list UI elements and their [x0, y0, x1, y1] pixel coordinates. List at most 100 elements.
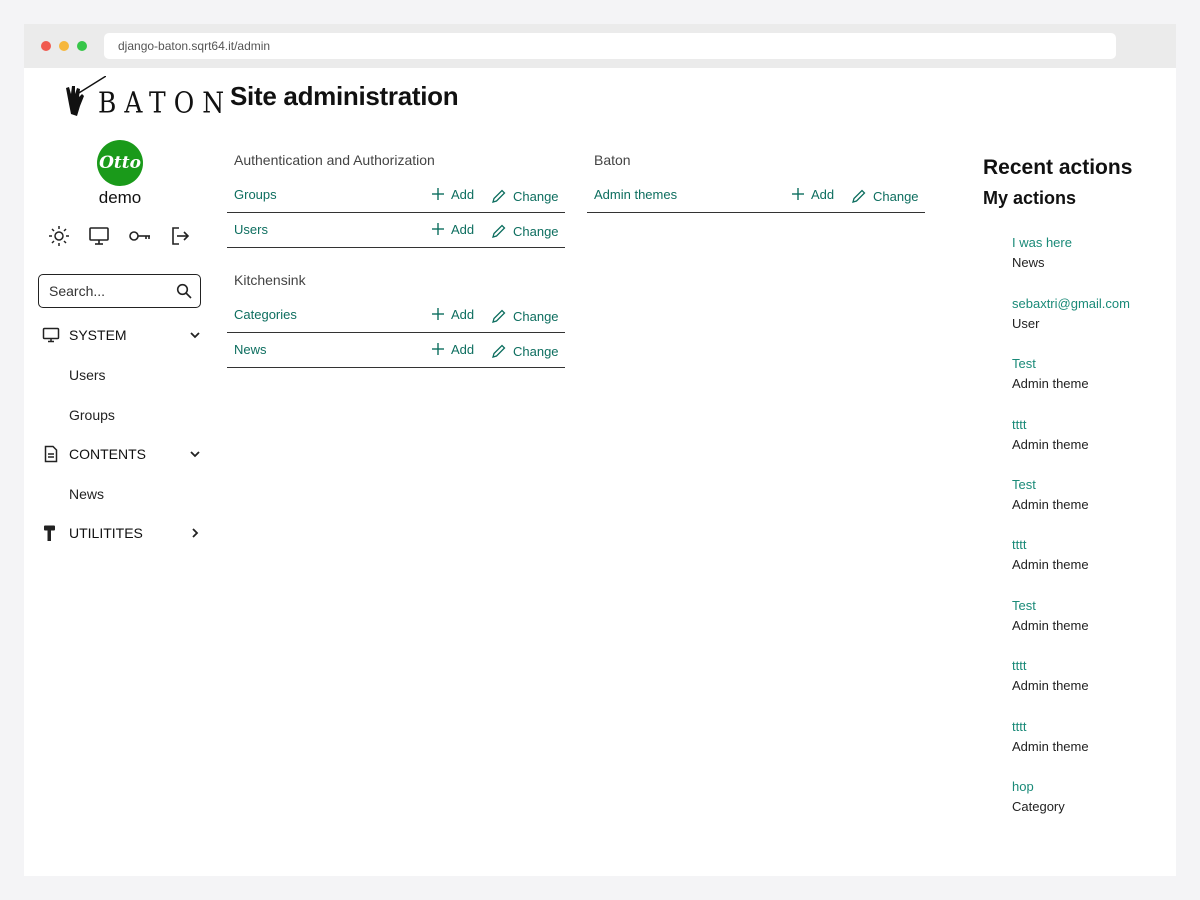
- add-button[interactable]: Add: [792, 187, 834, 202]
- model-row-admin-themes: Admin themes Add Change: [587, 178, 925, 213]
- model-link-groups[interactable]: Groups: [234, 187, 277, 202]
- recent-action-link[interactable]: tttt: [1012, 417, 1182, 437]
- model-row-groups: Groups Add Change: [227, 178, 565, 213]
- add-button[interactable]: Add: [432, 187, 474, 202]
- recent-action-type: Admin theme: [1012, 557, 1089, 572]
- avatar[interactable]: Otto: [97, 140, 143, 186]
- sidebar-item-users[interactable]: Users: [69, 367, 106, 383]
- nav-section-label: UTILITITES: [69, 525, 143, 541]
- add-button[interactable]: Add: [432, 307, 474, 322]
- recent-action-link[interactable]: tttt: [1012, 658, 1182, 678]
- change-button[interactable]: Change: [492, 307, 559, 324]
- pencil-icon: [852, 189, 866, 203]
- recent-action-type: News: [1012, 255, 1045, 270]
- recent-action-link[interactable]: sebaxtri@gmail.com: [1012, 296, 1182, 316]
- recent-action-item: sebaxtri@gmail.com User: [1012, 296, 1182, 331]
- sidebar-item-news[interactable]: News: [69, 486, 104, 502]
- recent-action-link[interactable]: Test: [1012, 598, 1182, 618]
- change-label: Change: [513, 224, 559, 239]
- change-button[interactable]: Change: [492, 342, 559, 359]
- change-label: Change: [873, 189, 919, 204]
- chevron-right-icon[interactable]: [188, 526, 202, 540]
- plus-icon: [432, 188, 444, 200]
- app-title: Authentication and Authorization: [234, 152, 435, 168]
- sidebar-item-groups[interactable]: Groups: [69, 407, 115, 423]
- recent-action-item: Test Admin theme: [1012, 598, 1182, 633]
- username: demo: [98, 188, 142, 207]
- browser-chrome: django-baton.sqrt64.it/admin: [24, 24, 1176, 68]
- recent-action-item: hop Category: [1012, 779, 1182, 814]
- search-input[interactable]: [49, 275, 169, 307]
- chevron-down-icon[interactable]: [188, 328, 202, 342]
- recent-action-item: Test Admin theme: [1012, 356, 1182, 391]
- key-icon[interactable]: [128, 224, 152, 248]
- document-icon: [44, 445, 58, 463]
- model-row-news: News Add Change: [227, 333, 565, 368]
- nav-section-label: CONTENTS: [69, 446, 146, 462]
- recent-action-item: tttt Admin theme: [1012, 417, 1182, 452]
- change-label: Change: [513, 309, 559, 324]
- add-label: Add: [811, 187, 835, 202]
- monitor-icon: [42, 327, 60, 343]
- recent-action-type: Admin theme: [1012, 618, 1089, 633]
- add-button[interactable]: Add: [432, 222, 474, 237]
- monitor-icon[interactable]: [87, 224, 111, 248]
- add-label: Add: [451, 307, 475, 322]
- recent-action-link[interactable]: I was here: [1012, 235, 1182, 255]
- add-button[interactable]: Add: [432, 342, 474, 357]
- recent-action-link[interactable]: tttt: [1012, 537, 1182, 557]
- hammer-icon: [44, 525, 55, 541]
- pencil-icon: [492, 309, 506, 323]
- recent-action-type: Category: [1012, 799, 1065, 814]
- change-button[interactable]: Change: [852, 187, 919, 204]
- plus-icon: [432, 343, 444, 355]
- app-title: Baton: [594, 152, 631, 168]
- nav-section-utilities[interactable]: UTILITITES: [42, 521, 202, 545]
- recent-action-link[interactable]: tttt: [1012, 719, 1182, 739]
- nav-section-contents[interactable]: CONTENTS: [42, 442, 202, 466]
- change-label: Change: [513, 344, 559, 359]
- change-button[interactable]: Change: [492, 187, 559, 204]
- baton-logo[interactable]: BATON: [62, 76, 224, 124]
- plus-icon: [792, 188, 804, 200]
- browser-window: django-baton.sqrt64.it/admin BATON Otto …: [24, 24, 1176, 876]
- model-row-categories: Categories Add Change: [227, 298, 565, 333]
- minimize-window-dot[interactable]: [59, 41, 69, 51]
- maximize-window-dot[interactable]: [77, 41, 87, 51]
- model-row-users: Users Add Change: [227, 213, 565, 248]
- plus-icon: [432, 308, 444, 320]
- search-box: [38, 274, 201, 308]
- chevron-down-icon[interactable]: [188, 447, 202, 461]
- recent-action-link[interactable]: hop: [1012, 779, 1182, 799]
- sun-icon[interactable]: [47, 224, 71, 248]
- logout-icon[interactable]: [168, 224, 192, 248]
- model-link-admin-themes[interactable]: Admin themes: [594, 187, 677, 202]
- nav-section-system[interactable]: SYSTEM: [42, 323, 202, 347]
- recent-action-type: Admin theme: [1012, 437, 1089, 452]
- recent-action-item: tttt Admin theme: [1012, 719, 1182, 754]
- change-button[interactable]: Change: [492, 222, 559, 239]
- nav-section-label: SYSTEM: [69, 327, 127, 343]
- plus-icon: [432, 223, 444, 235]
- pencil-icon: [492, 344, 506, 358]
- recent-action-type: Admin theme: [1012, 739, 1089, 754]
- address-bar[interactable]: django-baton.sqrt64.it/admin: [104, 33, 1116, 59]
- recent-action-item: tttt Admin theme: [1012, 658, 1182, 693]
- search-icon[interactable]: [176, 283, 192, 299]
- recent-action-link[interactable]: Test: [1012, 477, 1182, 497]
- pencil-icon: [492, 189, 506, 203]
- recent-action-type: Admin theme: [1012, 376, 1089, 391]
- model-link-news[interactable]: News: [234, 342, 267, 357]
- recent-action-item: I was here News: [1012, 235, 1182, 270]
- add-label: Add: [451, 222, 475, 237]
- close-window-dot[interactable]: [41, 41, 51, 51]
- add-label: Add: [451, 342, 475, 357]
- recent-action-type: Admin theme: [1012, 497, 1089, 512]
- change-label: Change: [513, 189, 559, 204]
- recent-action-link[interactable]: Test: [1012, 356, 1182, 376]
- model-link-users[interactable]: Users: [234, 222, 268, 237]
- pencil-icon: [492, 224, 506, 238]
- my-actions-title: My actions: [983, 188, 1077, 208]
- recent-action-type: Admin theme: [1012, 678, 1089, 693]
- model-link-categories[interactable]: Categories: [234, 307, 297, 322]
